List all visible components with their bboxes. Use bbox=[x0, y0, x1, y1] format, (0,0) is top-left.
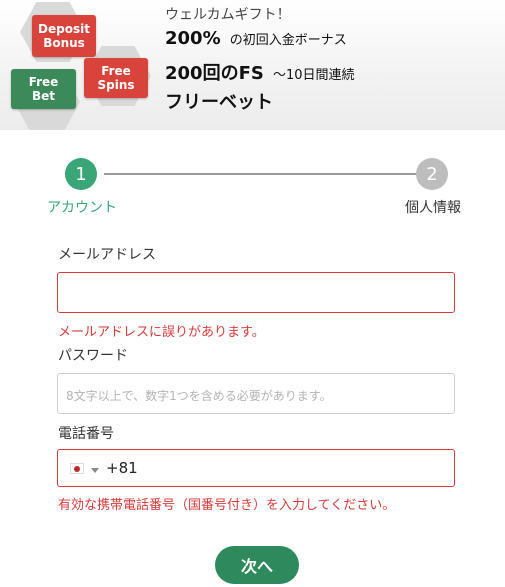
badge-text: Bonus bbox=[43, 36, 85, 50]
chevron-down-icon[interactable] bbox=[91, 468, 99, 473]
free-bet-badge: Free Bet bbox=[11, 69, 76, 109]
email-error: メールアドレスに誤りがあります。 bbox=[58, 325, 265, 340]
badge-text: Deposit bbox=[38, 22, 90, 36]
promo-line-3: フリーベット bbox=[165, 88, 273, 114]
promo-detail: の初回入金ボーナス bbox=[229, 33, 347, 48]
promo-line-2: 200回のFS 〜10日間連続 bbox=[165, 59, 354, 85]
welcome-text: ウェルカムギフト！ bbox=[165, 7, 291, 23]
next-button[interactable]: 次へ bbox=[215, 546, 299, 584]
step-1-circle: 1 bbox=[65, 158, 97, 190]
stepper-connector bbox=[104, 173, 416, 175]
badge-text: Free bbox=[101, 64, 131, 78]
step-1-label: アカウント bbox=[47, 200, 117, 216]
badge-text: Free bbox=[28, 75, 59, 89]
phone-error: 有効な携帯電話番号（国番号付き）を入力してください。 bbox=[58, 498, 396, 513]
badge-text: Bet bbox=[31, 89, 56, 103]
free-spins-badge: Free Spins bbox=[84, 58, 148, 98]
promo-banner: Deposit Bonus Free Bet Free Spins ウェルカムギ… bbox=[0, 0, 505, 130]
promo-highlight: フリーベット bbox=[165, 92, 273, 113]
phone-value: +81 bbox=[106, 459, 138, 477]
password-field[interactable]: 8文字以上で、数字1つを含める必要があります。 bbox=[57, 373, 455, 414]
phone-field[interactable]: +81 bbox=[57, 449, 455, 487]
password-placeholder: 8文字以上で、数字1つを含める必要があります。 bbox=[66, 389, 332, 403]
email-label: メールアドレス bbox=[58, 247, 156, 263]
japan-flag-icon[interactable] bbox=[70, 463, 84, 474]
promo-highlight: 200% bbox=[165, 28, 221, 49]
phone-label: 電話番号 bbox=[58, 426, 114, 442]
promo-line-1: 200% の初回入金ボーナス bbox=[165, 28, 347, 49]
step-2-label: 個人情報 bbox=[405, 200, 461, 216]
promo-highlight: 200回のFS bbox=[165, 63, 264, 84]
deposit-bonus-badge: Deposit Bonus bbox=[32, 15, 96, 57]
step-2-circle: 2 bbox=[416, 158, 448, 190]
email-field[interactable] bbox=[57, 272, 455, 313]
promo-detail: 〜10日間連続 bbox=[272, 68, 355, 83]
password-label: パスワード bbox=[58, 348, 128, 364]
badge-text: Spins bbox=[97, 78, 135, 92]
